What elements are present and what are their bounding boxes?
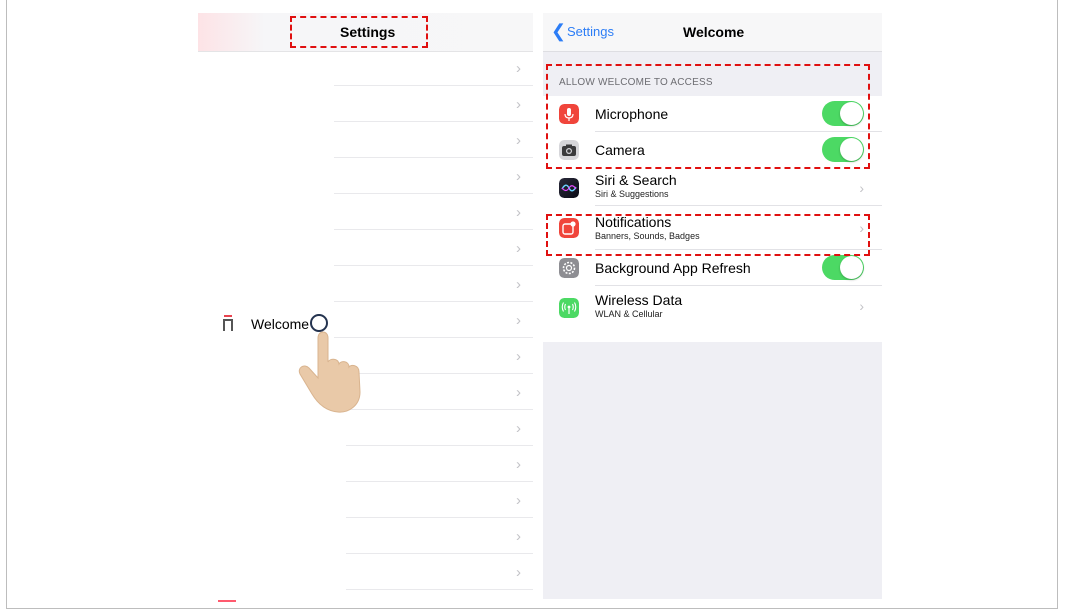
- permissions-highlight: [546, 64, 870, 169]
- settings-row[interactable]: ›: [334, 195, 533, 230]
- settings-list-panel: Settings › › › › › › › › › › › › › › ›: [198, 13, 533, 603]
- hand-tap-icon: [298, 331, 361, 413]
- chevron-right-icon: ›: [516, 204, 521, 221]
- wireless-data-icon: [559, 298, 579, 318]
- siri-search-row[interactable]: Siri & Search Siri & Suggestions ›: [543, 168, 882, 206]
- chevron-right-icon: ›: [859, 180, 864, 196]
- chevron-right-icon: ›: [516, 492, 521, 509]
- settings-row[interactable]: ›: [334, 159, 533, 194]
- chevron-right-icon: ›: [516, 276, 521, 293]
- app-icon-fragment: [218, 600, 236, 602]
- chevron-right-icon: ›: [516, 528, 521, 545]
- chevron-right-icon: ›: [516, 132, 521, 149]
- settings-row[interactable]: ›: [334, 231, 533, 266]
- chevron-right-icon: ›: [516, 456, 521, 473]
- settings-row[interactable]: ›: [334, 123, 533, 158]
- chevron-right-icon: ›: [516, 348, 521, 365]
- settings-row[interactable]: ›: [346, 411, 533, 446]
- page-title: Welcome: [683, 24, 745, 40]
- chevron-right-icon: ›: [516, 564, 521, 581]
- settings-row[interactable]: ›: [334, 51, 533, 86]
- settings-row[interactable]: ›: [334, 267, 533, 302]
- chevron-left-icon[interactable]: ❮: [551, 21, 566, 42]
- navigation-bar: ❮ Settings Welcome: [543, 13, 882, 52]
- chevron-right-icon: ›: [516, 60, 521, 77]
- row-sublabel: WLAN & Cellular: [595, 309, 663, 319]
- row-label: Background App Refresh: [595, 260, 751, 276]
- back-button[interactable]: Settings: [567, 24, 614, 39]
- settings-row[interactable]: ›: [346, 483, 533, 518]
- settings-row[interactable]: ›: [346, 447, 533, 482]
- settings-row[interactable]: ›: [346, 555, 533, 590]
- settings-row[interactable]: ›: [346, 519, 533, 554]
- chevron-right-icon: ›: [516, 240, 521, 257]
- gear-icon: [559, 258, 579, 278]
- chevron-right-icon: ›: [516, 312, 521, 329]
- chevron-right-icon: ›: [859, 298, 864, 314]
- welcome-app-icon: [223, 315, 233, 331]
- siri-icon: [559, 178, 579, 198]
- background-app-refresh-toggle[interactable]: [822, 255, 864, 280]
- chevron-right-icon: ›: [516, 384, 521, 401]
- chevron-right-icon: ›: [516, 96, 521, 113]
- wireless-data-row[interactable]: Wireless Data WLAN & Cellular ›: [543, 286, 882, 330]
- chevron-right-icon: ›: [516, 420, 521, 437]
- settings-title-highlight: [290, 16, 428, 48]
- row-label: Siri & Search: [595, 172, 677, 188]
- chevron-right-icon: ›: [516, 168, 521, 185]
- settings-row[interactable]: ›: [334, 87, 533, 122]
- row-sublabel: Siri & Suggestions: [595, 189, 669, 199]
- row-label: Wireless Data: [595, 292, 683, 308]
- notifications-highlight: [546, 214, 870, 256]
